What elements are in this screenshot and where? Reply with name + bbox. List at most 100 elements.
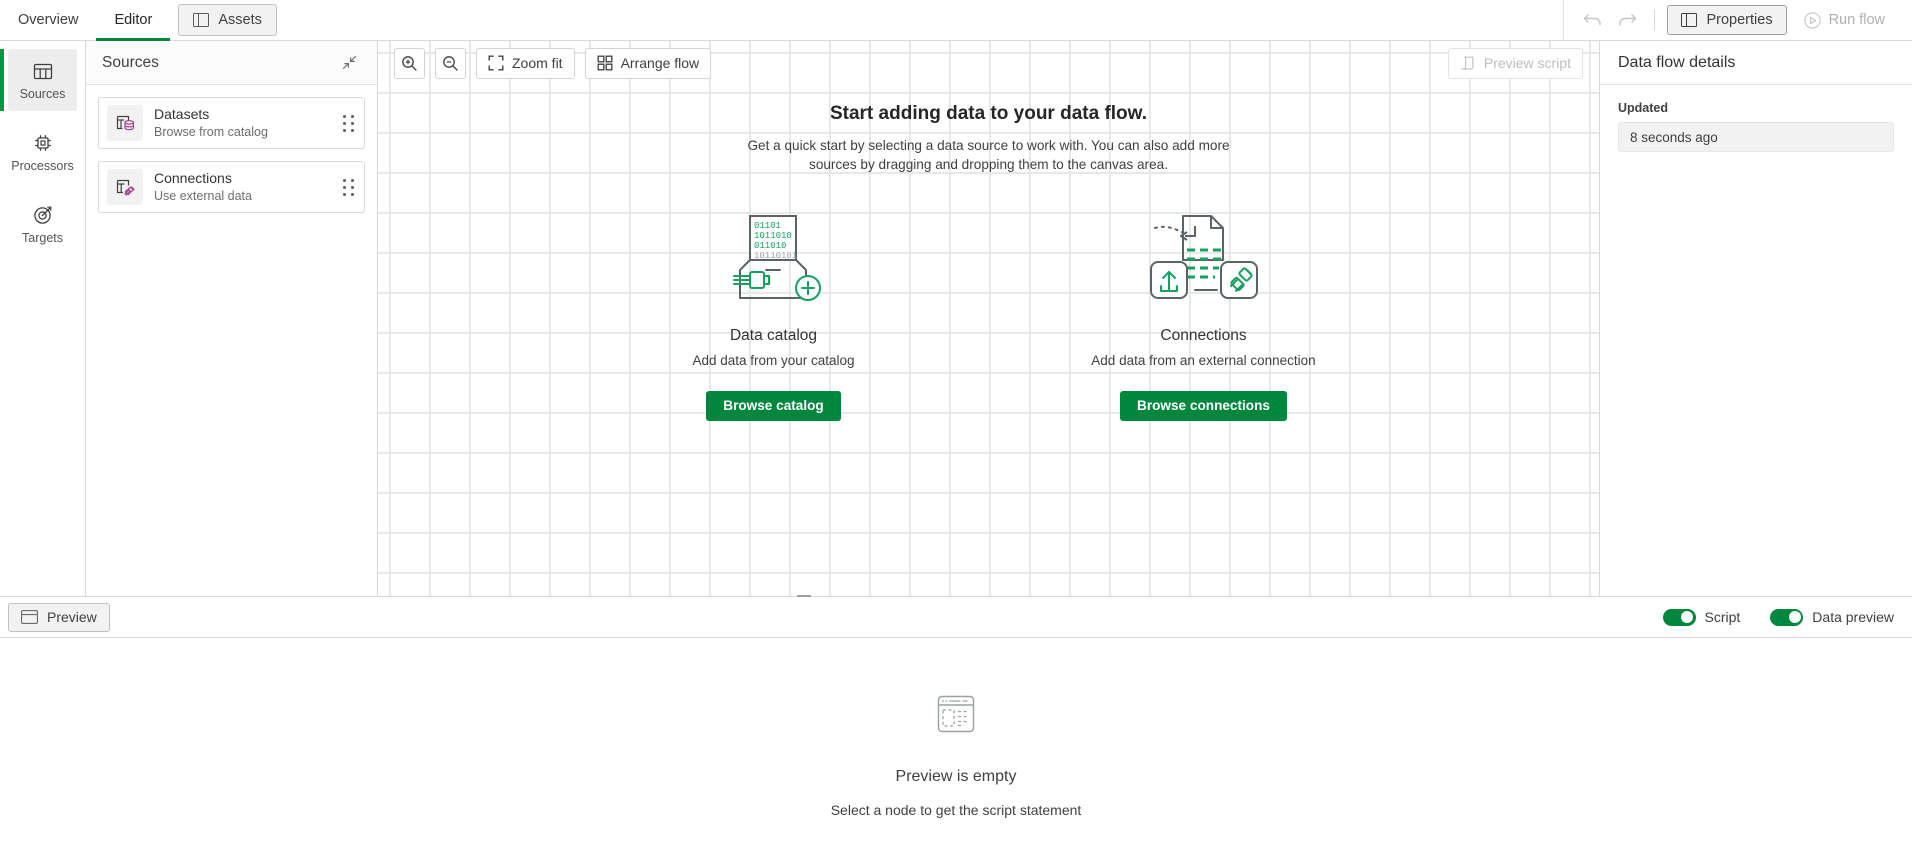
top-bar-spacer bbox=[277, 0, 1564, 40]
script-icon bbox=[1460, 55, 1476, 71]
undo-icon bbox=[1583, 11, 1603, 29]
option-card-data-catalog-title: Data catalog bbox=[730, 327, 817, 345]
preview-empty-subtitle: Select a node to get the script statemen… bbox=[831, 802, 1082, 818]
flow-canvas[interactable]: Start adding data to your data flow. Get… bbox=[378, 41, 1599, 596]
tab-editor[interactable]: Editor bbox=[96, 0, 170, 40]
dataset-icon bbox=[115, 113, 136, 134]
processor-chip-icon bbox=[32, 132, 54, 154]
source-card-connections-name: Connections bbox=[154, 170, 338, 188]
preview-script-label: Preview script bbox=[1484, 55, 1571, 71]
source-card-connections-text: Connections Use external data bbox=[154, 170, 338, 204]
preview-script-button[interactable]: Preview script bbox=[1448, 48, 1583, 79]
svg-text:1011010: 1011010 bbox=[754, 231, 792, 241]
details-panel: Data flow details Updated 8 seconds ago bbox=[1600, 41, 1912, 596]
top-bar-actions: Properties Run flow bbox=[1563, 0, 1912, 40]
zoom-fit-button[interactable]: Zoom fit bbox=[476, 48, 575, 79]
svg-text:10110101: 10110101 bbox=[754, 251, 797, 261]
connections-illustration bbox=[1143, 205, 1265, 311]
collapse-panel-button[interactable] bbox=[337, 51, 361, 75]
connection-icon-box bbox=[107, 169, 143, 205]
source-card-datasets-name: Datasets bbox=[154, 106, 338, 124]
zoom-out-button[interactable] bbox=[435, 48, 466, 79]
canvas-toolbar: Zoom fit Arrange flow Preview script bbox=[378, 41, 1599, 85]
undo-button[interactable] bbox=[1578, 5, 1608, 35]
source-card-datasets[interactable]: Datasets Browse from catalog bbox=[98, 97, 365, 149]
sources-panel: Sources bbox=[86, 41, 378, 596]
updated-value: 8 seconds ago bbox=[1618, 122, 1894, 152]
empty-table-icon bbox=[932, 690, 980, 738]
sidebar-item-sources[interactable]: Sources bbox=[8, 49, 77, 111]
panel-left-icon bbox=[193, 13, 209, 27]
option-card-connections-desc: Add data from an external connection bbox=[1091, 353, 1315, 368]
connection-icon bbox=[115, 177, 136, 198]
preview-empty-title: Preview is empty bbox=[896, 768, 1017, 786]
canvas-empty-subtitle: Get a quick start by selecting a data so… bbox=[739, 137, 1239, 175]
script-toggle[interactable] bbox=[1663, 609, 1696, 626]
canvas-option-cards: 01101 1011010 011010 10110101 bbox=[624, 205, 1354, 421]
details-panel-title: Data flow details bbox=[1600, 41, 1912, 85]
preview-panel-icon bbox=[21, 610, 38, 624]
zoom-out-icon bbox=[442, 55, 459, 72]
source-card-connections[interactable]: Connections Use external data bbox=[98, 161, 365, 213]
data-preview-toggle[interactable] bbox=[1770, 609, 1803, 626]
zoom-in-icon bbox=[401, 55, 418, 72]
sidebar-item-processors-label: Processors bbox=[11, 159, 74, 173]
preview-pane: Preview is empty Select a node to get th… bbox=[0, 638, 1912, 855]
redo-button[interactable] bbox=[1612, 5, 1642, 35]
details-panel-body: Updated 8 seconds ago bbox=[1600, 85, 1912, 168]
sidebar-item-processors[interactable]: Processors bbox=[8, 121, 77, 183]
option-card-connections: Connections Add data from an external co… bbox=[1054, 205, 1354, 421]
table-icon bbox=[32, 60, 54, 82]
run-flow-button-label: Run flow bbox=[1829, 12, 1885, 28]
top-bar: Overview Editor Assets Properties bbox=[0, 0, 1912, 41]
top-tab-group: Overview Editor bbox=[0, 0, 170, 40]
svg-text:011010: 011010 bbox=[754, 241, 786, 251]
script-toggle-label: Script bbox=[1705, 609, 1741, 625]
zoom-fit-icon bbox=[488, 55, 504, 71]
grid-squares-icon bbox=[597, 55, 613, 71]
properties-button[interactable]: Properties bbox=[1667, 5, 1786, 35]
canvas-empty-state: Start adding data to your data flow. Get… bbox=[378, 103, 1599, 421]
assets-button[interactable]: Assets bbox=[178, 4, 277, 36]
arrange-flow-label: Arrange flow bbox=[621, 55, 700, 71]
tab-overview[interactable]: Overview bbox=[0, 0, 96, 40]
data-preview-toggle-group: Data preview bbox=[1770, 609, 1894, 626]
splitter-handle[interactable] bbox=[795, 592, 813, 600]
panel-right-icon bbox=[1681, 13, 1697, 27]
sources-panel-header: Sources bbox=[86, 41, 377, 85]
drag-handle-connections[interactable] bbox=[338, 175, 358, 199]
zoom-fit-label: Zoom fit bbox=[512, 55, 563, 71]
option-card-connections-title: Connections bbox=[1160, 327, 1246, 345]
data-catalog-illustration: 01101 1011010 011010 10110101 bbox=[722, 205, 826, 311]
source-card-connections-sub: Use external data bbox=[154, 188, 338, 204]
preview-tab-button[interactable]: Preview bbox=[8, 603, 110, 632]
browse-connections-button[interactable]: Browse connections bbox=[1120, 391, 1287, 421]
source-card-list: Datasets Browse from catalog bbox=[86, 85, 377, 225]
browse-catalog-button[interactable]: Browse catalog bbox=[706, 391, 840, 421]
preview-tab-label: Preview bbox=[47, 609, 97, 625]
sidebar-item-targets[interactable]: Targets bbox=[8, 193, 77, 255]
tab-overview-label: Overview bbox=[18, 12, 78, 28]
canvas-empty-title: Start adding data to your data flow. bbox=[830, 103, 1147, 125]
target-icon bbox=[32, 204, 54, 226]
zoom-in-button[interactable] bbox=[394, 48, 425, 79]
option-card-data-catalog-desc: Add data from your catalog bbox=[692, 353, 854, 368]
play-circle-icon bbox=[1804, 12, 1821, 29]
data-preview-toggle-label: Data preview bbox=[1812, 609, 1894, 625]
sources-panel-title: Sources bbox=[102, 54, 337, 72]
left-rail: Sources Processors Targets bbox=[0, 41, 86, 596]
toolbar-divider bbox=[1654, 9, 1655, 31]
run-flow-button[interactable]: Run flow bbox=[1791, 5, 1898, 35]
drag-handle-datasets[interactable] bbox=[338, 111, 358, 135]
source-card-datasets-text: Datasets Browse from catalog bbox=[154, 106, 338, 140]
arrange-flow-button[interactable]: Arrange flow bbox=[585, 48, 712, 79]
redo-icon bbox=[1617, 11, 1637, 29]
tab-editor-label: Editor bbox=[114, 12, 152, 28]
updated-label: Updated bbox=[1618, 101, 1894, 115]
main-area: Sources Processors Targets Sources bbox=[0, 41, 1912, 596]
bottom-bar: Preview Script Data preview bbox=[0, 597, 1912, 638]
sidebar-item-targets-label: Targets bbox=[22, 231, 63, 245]
collapse-icon bbox=[342, 55, 357, 70]
assets-button-label: Assets bbox=[218, 12, 262, 28]
canvas-wrapper: Zoom fit Arrange flow Preview script Sta… bbox=[378, 41, 1600, 596]
